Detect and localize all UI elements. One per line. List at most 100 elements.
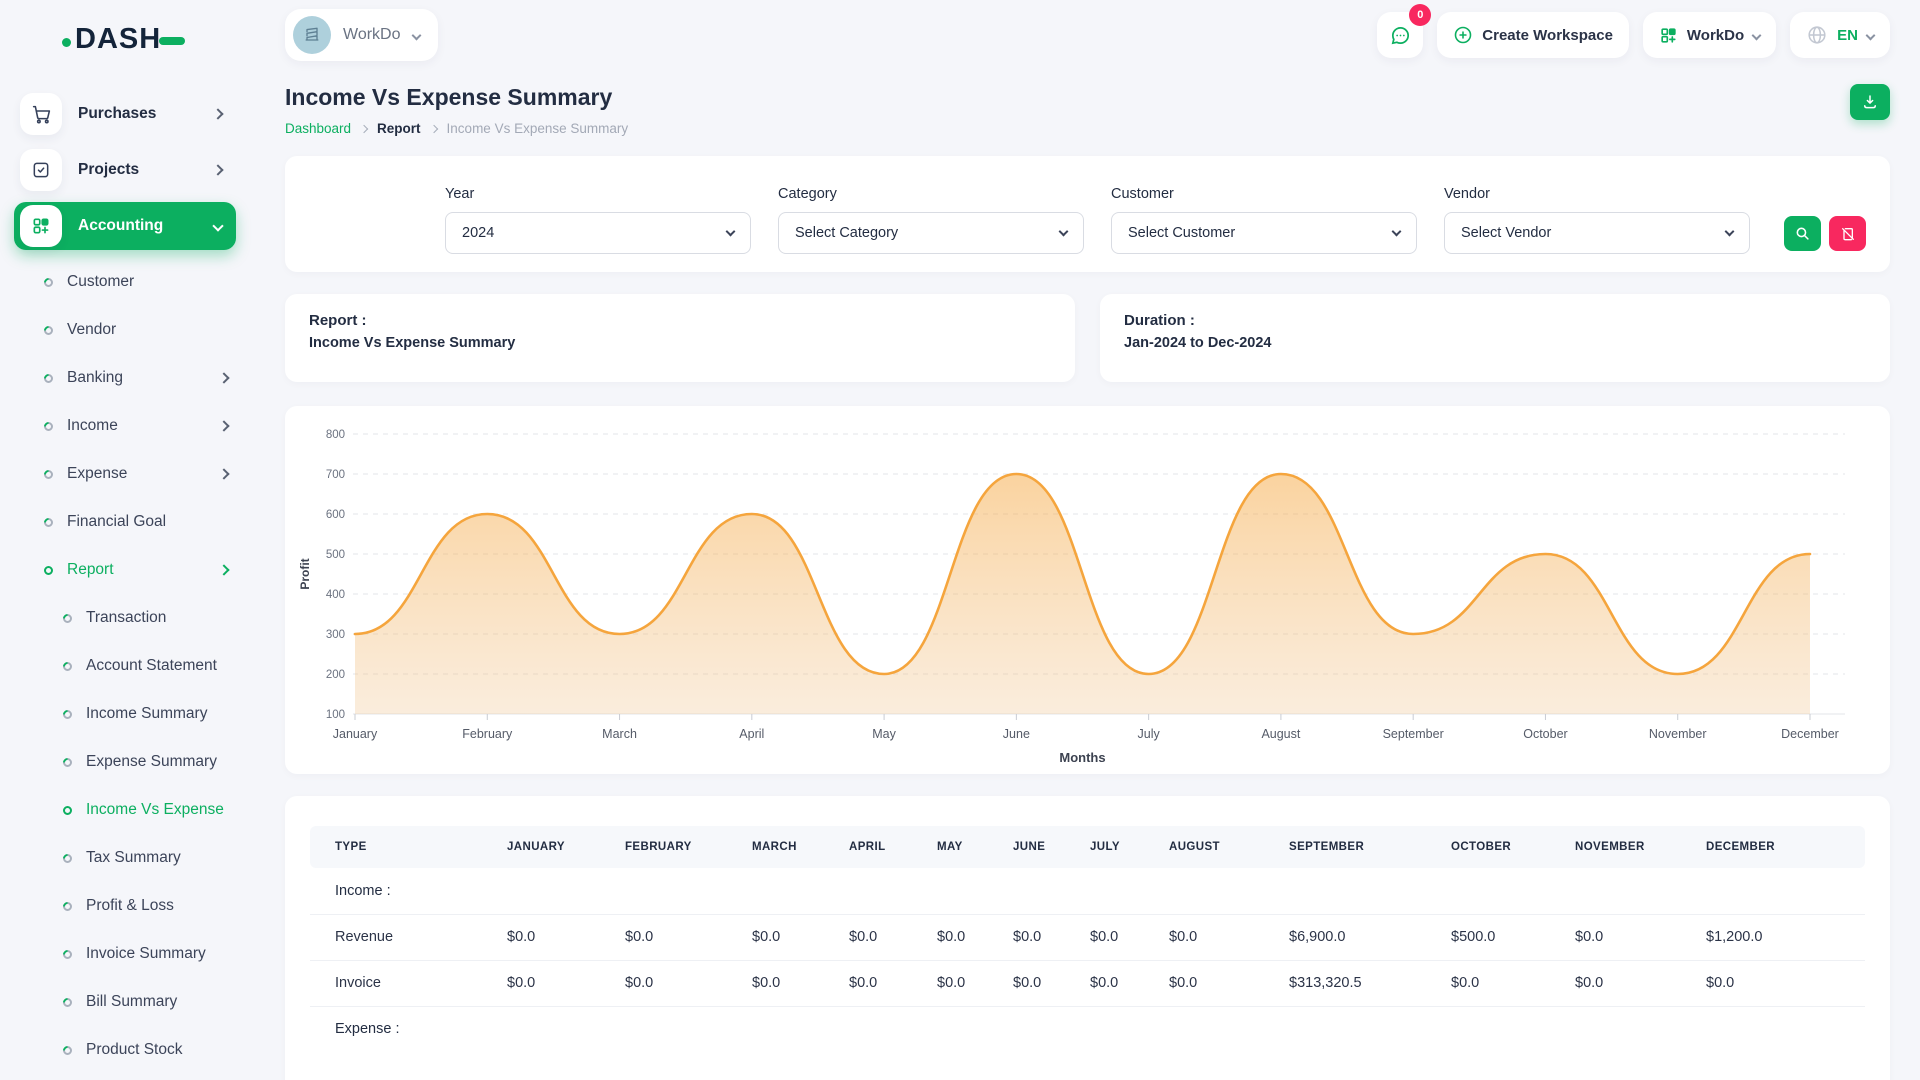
row-value-cell: $0.0 (752, 914, 849, 960)
topbar-actions: 0 Create Workspace WorkDo EN (1377, 12, 1890, 58)
table-row: Revenue$0.0$0.0$0.0$0.0$0.0$0.0$0.0$0.0$… (310, 914, 1865, 960)
vendor-select[interactable]: Select Vendor (1444, 212, 1750, 254)
sidebar-subitem-customer[interactable]: Customer (0, 258, 250, 306)
sidebar-subitem-tax-summary[interactable]: Tax Summary (0, 834, 250, 882)
year-select[interactable]: 2024 (445, 212, 751, 254)
row-value-cell: $6,900.0 (1289, 914, 1451, 960)
workspace-switcher[interactable]: WorkDo (285, 9, 438, 61)
language-selector[interactable]: EN (1790, 12, 1890, 58)
year-label: Year (445, 186, 751, 202)
cart-icon (20, 93, 62, 135)
sidebar-subitem-bill-summary[interactable]: Bill Summary (0, 978, 250, 1026)
chevron-down-icon (1059, 227, 1069, 237)
bullet-icon (61, 804, 74, 817)
sidebar-subitem-profit-loss[interactable]: Profit & Loss (0, 882, 250, 930)
messages-button[interactable]: 0 (1377, 12, 1423, 58)
bullet-icon (61, 612, 74, 625)
sidebar-subitem-label: Report (67, 561, 220, 579)
row-type-cell: Invoice (310, 960, 507, 1006)
row-value-cell: $0.0 (849, 914, 937, 960)
reset-filter-button[interactable] (1829, 216, 1866, 251)
sidebar-item-accounting[interactable]: Accounting (14, 202, 236, 250)
row-value-cell: $0.0 (1169, 914, 1289, 960)
sidebar-subitem-invoice-summary[interactable]: Invoice Summary (0, 930, 250, 978)
chevron-right-icon (218, 372, 229, 383)
sidebar-item-label: Accounting (78, 217, 214, 235)
breadcrumb-current: Income Vs Expense Summary (447, 121, 629, 136)
income-expense-table: TYPEJANUARYFEBRUARYMARCHAPRILMAYJUNEJULY… (310, 826, 1865, 1052)
sidebar-subitem-label: Financial Goal (67, 513, 250, 531)
sidebar-subitem-vendor[interactable]: Vendor (0, 306, 250, 354)
workdo-menu-label: WorkDo (1687, 27, 1744, 44)
svg-text:December: December (1781, 727, 1839, 741)
sidebar-subitem-label: Profit & Loss (86, 897, 250, 915)
workdo-menu-button[interactable]: WorkDo (1643, 12, 1776, 58)
row-value-cell: $0.0 (752, 960, 849, 1006)
svg-text:600: 600 (326, 509, 345, 521)
chevron-right-icon (212, 108, 223, 119)
table-header-cell: FEBRUARY (625, 826, 752, 868)
sidebar-subitem-label: Banking (67, 369, 220, 387)
chat-bubble-icon (1389, 24, 1412, 47)
svg-text:200: 200 (326, 669, 345, 681)
sidebar-subitem-transaction[interactable]: Transaction (0, 594, 250, 642)
sidebar-subitem-income-vs-expense[interactable]: Income Vs Expense (0, 786, 250, 834)
sidebar-subitem-income[interactable]: Income (0, 402, 250, 450)
row-value-cell: $0.0 (1013, 960, 1090, 1006)
bullet-icon (42, 516, 55, 529)
svg-text:August: August (1261, 727, 1300, 741)
sidebar-menu: Purchases Projects Accounting CustomerVe… (0, 90, 250, 1080)
sidebar-subitem-financial-goal[interactable]: Financial Goal (0, 498, 250, 546)
svg-text:May: May (872, 727, 896, 741)
duration-summary-card: Duration : Jan-2024 to Dec-2024 (1100, 294, 1890, 382)
table-section-row: Income : (310, 868, 1865, 914)
sidebar-subitem-report[interactable]: Report (0, 546, 250, 594)
create-workspace-button[interactable]: Create Workspace (1437, 12, 1629, 58)
sidebar-subitem-expense-summary[interactable]: Expense Summary (0, 738, 250, 786)
breadcrumb-dashboard[interactable]: Dashboard (285, 121, 351, 136)
sidebar-subitem-account-statement[interactable]: Account Statement (0, 642, 250, 690)
chevron-right-icon (218, 468, 229, 479)
bullet-icon (42, 564, 55, 577)
bullet-icon (61, 996, 74, 1009)
apply-filter-button[interactable] (1784, 216, 1821, 251)
sidebar-item-projects[interactable]: Projects (14, 146, 236, 194)
chevron-down-icon (212, 220, 223, 231)
sidebar-subitem-expense[interactable]: Expense (0, 450, 250, 498)
chevron-right-icon (218, 564, 229, 575)
table-header-cell: JANUARY (507, 826, 625, 868)
customer-label: Customer (1111, 186, 1417, 202)
search-icon (1794, 225, 1811, 242)
sidebar-subitem-income-summary[interactable]: Income Summary (0, 690, 250, 738)
bullet-icon (61, 756, 74, 769)
sidebar-item-purchases[interactable]: Purchases (14, 90, 236, 138)
sidebar-subitem-label: Expense Summary (86, 753, 250, 771)
table-header-cell: MARCH (752, 826, 849, 868)
bullet-icon (61, 852, 74, 865)
category-value: Select Category (795, 225, 898, 241)
vendor-label: Vendor (1444, 186, 1750, 202)
svg-text:800: 800 (326, 429, 345, 441)
chevron-down-icon (1866, 30, 1876, 40)
svg-text:November: November (1649, 727, 1707, 741)
logo-text: DASH (75, 23, 161, 56)
bullet-icon (61, 1044, 74, 1057)
sidebar-subitem-banking[interactable]: Banking (0, 354, 250, 402)
row-value-cell: $313,320.5 (1289, 960, 1451, 1006)
breadcrumb-report[interactable]: Report (377, 121, 421, 136)
customer-value: Select Customer (1128, 225, 1235, 241)
download-report-button[interactable] (1850, 84, 1890, 120)
sidebar-subitem-cash-flow[interactable]: Cash Flow (0, 1074, 250, 1080)
sidebar-subitem-product-stock[interactable]: Product Stock (0, 1026, 250, 1074)
customer-select[interactable]: Select Customer (1111, 212, 1417, 254)
row-value-cell: $0.0 (1090, 960, 1169, 1006)
sidebar-subitem-label: Account Statement (86, 657, 250, 675)
income-expense-table-card: TYPEJANUARYFEBRUARYMARCHAPRILMAYJUNEJULY… (285, 796, 1890, 1080)
category-select[interactable]: Select Category (778, 212, 1084, 254)
table-header-cell: TYPE (310, 826, 507, 868)
row-value-cell: $0.0 (849, 960, 937, 1006)
app-logo[interactable]: DASH (0, 18, 250, 60)
sidebar-subitem-label: Transaction (86, 609, 250, 627)
report-card-value: Income Vs Expense Summary (309, 335, 1051, 351)
svg-text:January: January (333, 727, 378, 741)
